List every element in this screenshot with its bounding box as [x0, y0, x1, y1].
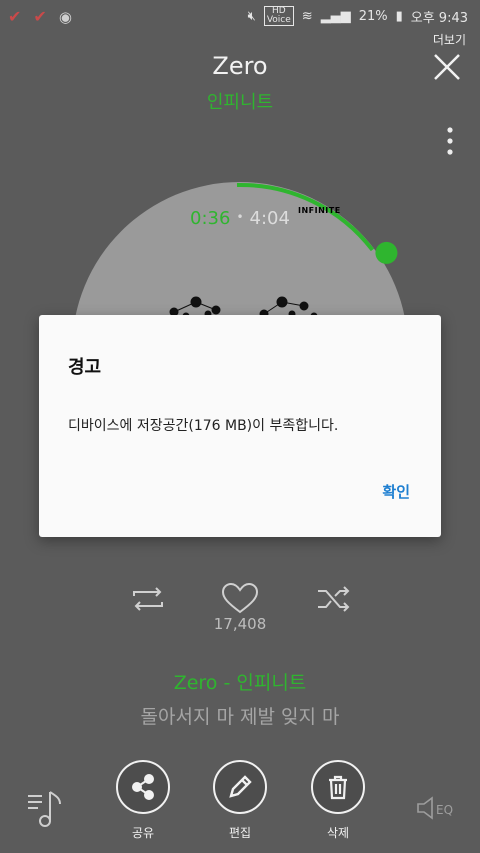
- delete-label: 삭제: [326, 826, 350, 840]
- playlist-icon[interactable]: [26, 788, 68, 828]
- eq-label: EQ: [436, 803, 453, 817]
- repeat-icon[interactable]: [128, 582, 168, 616]
- now-playing-track: Zero - 인피니트: [173, 672, 307, 694]
- shuffle-icon[interactable]: [314, 582, 354, 616]
- dialog-message: 디바이스에 저장공간(176 MB)이 부족합니다.: [68, 418, 339, 434]
- dialog-title: 경고: [68, 357, 102, 378]
- delete-button[interactable]: [311, 760, 365, 814]
- bottom-action-bar: 공유 편집 삭제 EQ: [0, 760, 480, 853]
- lyric-line[interactable]: 돌아서지 마 제발 잊지 마: [0, 702, 480, 729]
- equalizer-icon[interactable]: EQ: [414, 794, 458, 822]
- warning-dialog: 경고 디바이스에 저장공간(176 MB)이 부족합니다. 확인: [39, 315, 441, 537]
- like-count: 17,408: [213, 615, 267, 633]
- ok-button[interactable]: 확인: [382, 481, 410, 502]
- edit-label: 편집: [228, 826, 252, 840]
- heart-icon[interactable]: [220, 582, 260, 616]
- share-action[interactable]: 공유: [113, 760, 173, 841]
- delete-action[interactable]: 삭제: [308, 760, 368, 841]
- share-label: 공유: [131, 826, 155, 840]
- edit-button[interactable]: [213, 760, 267, 814]
- trash-icon: [329, 775, 347, 800]
- edit-action[interactable]: 편집: [210, 760, 270, 841]
- share-icon: [132, 774, 154, 800]
- share-button[interactable]: [116, 760, 170, 814]
- pencil-icon: [229, 775, 252, 798]
